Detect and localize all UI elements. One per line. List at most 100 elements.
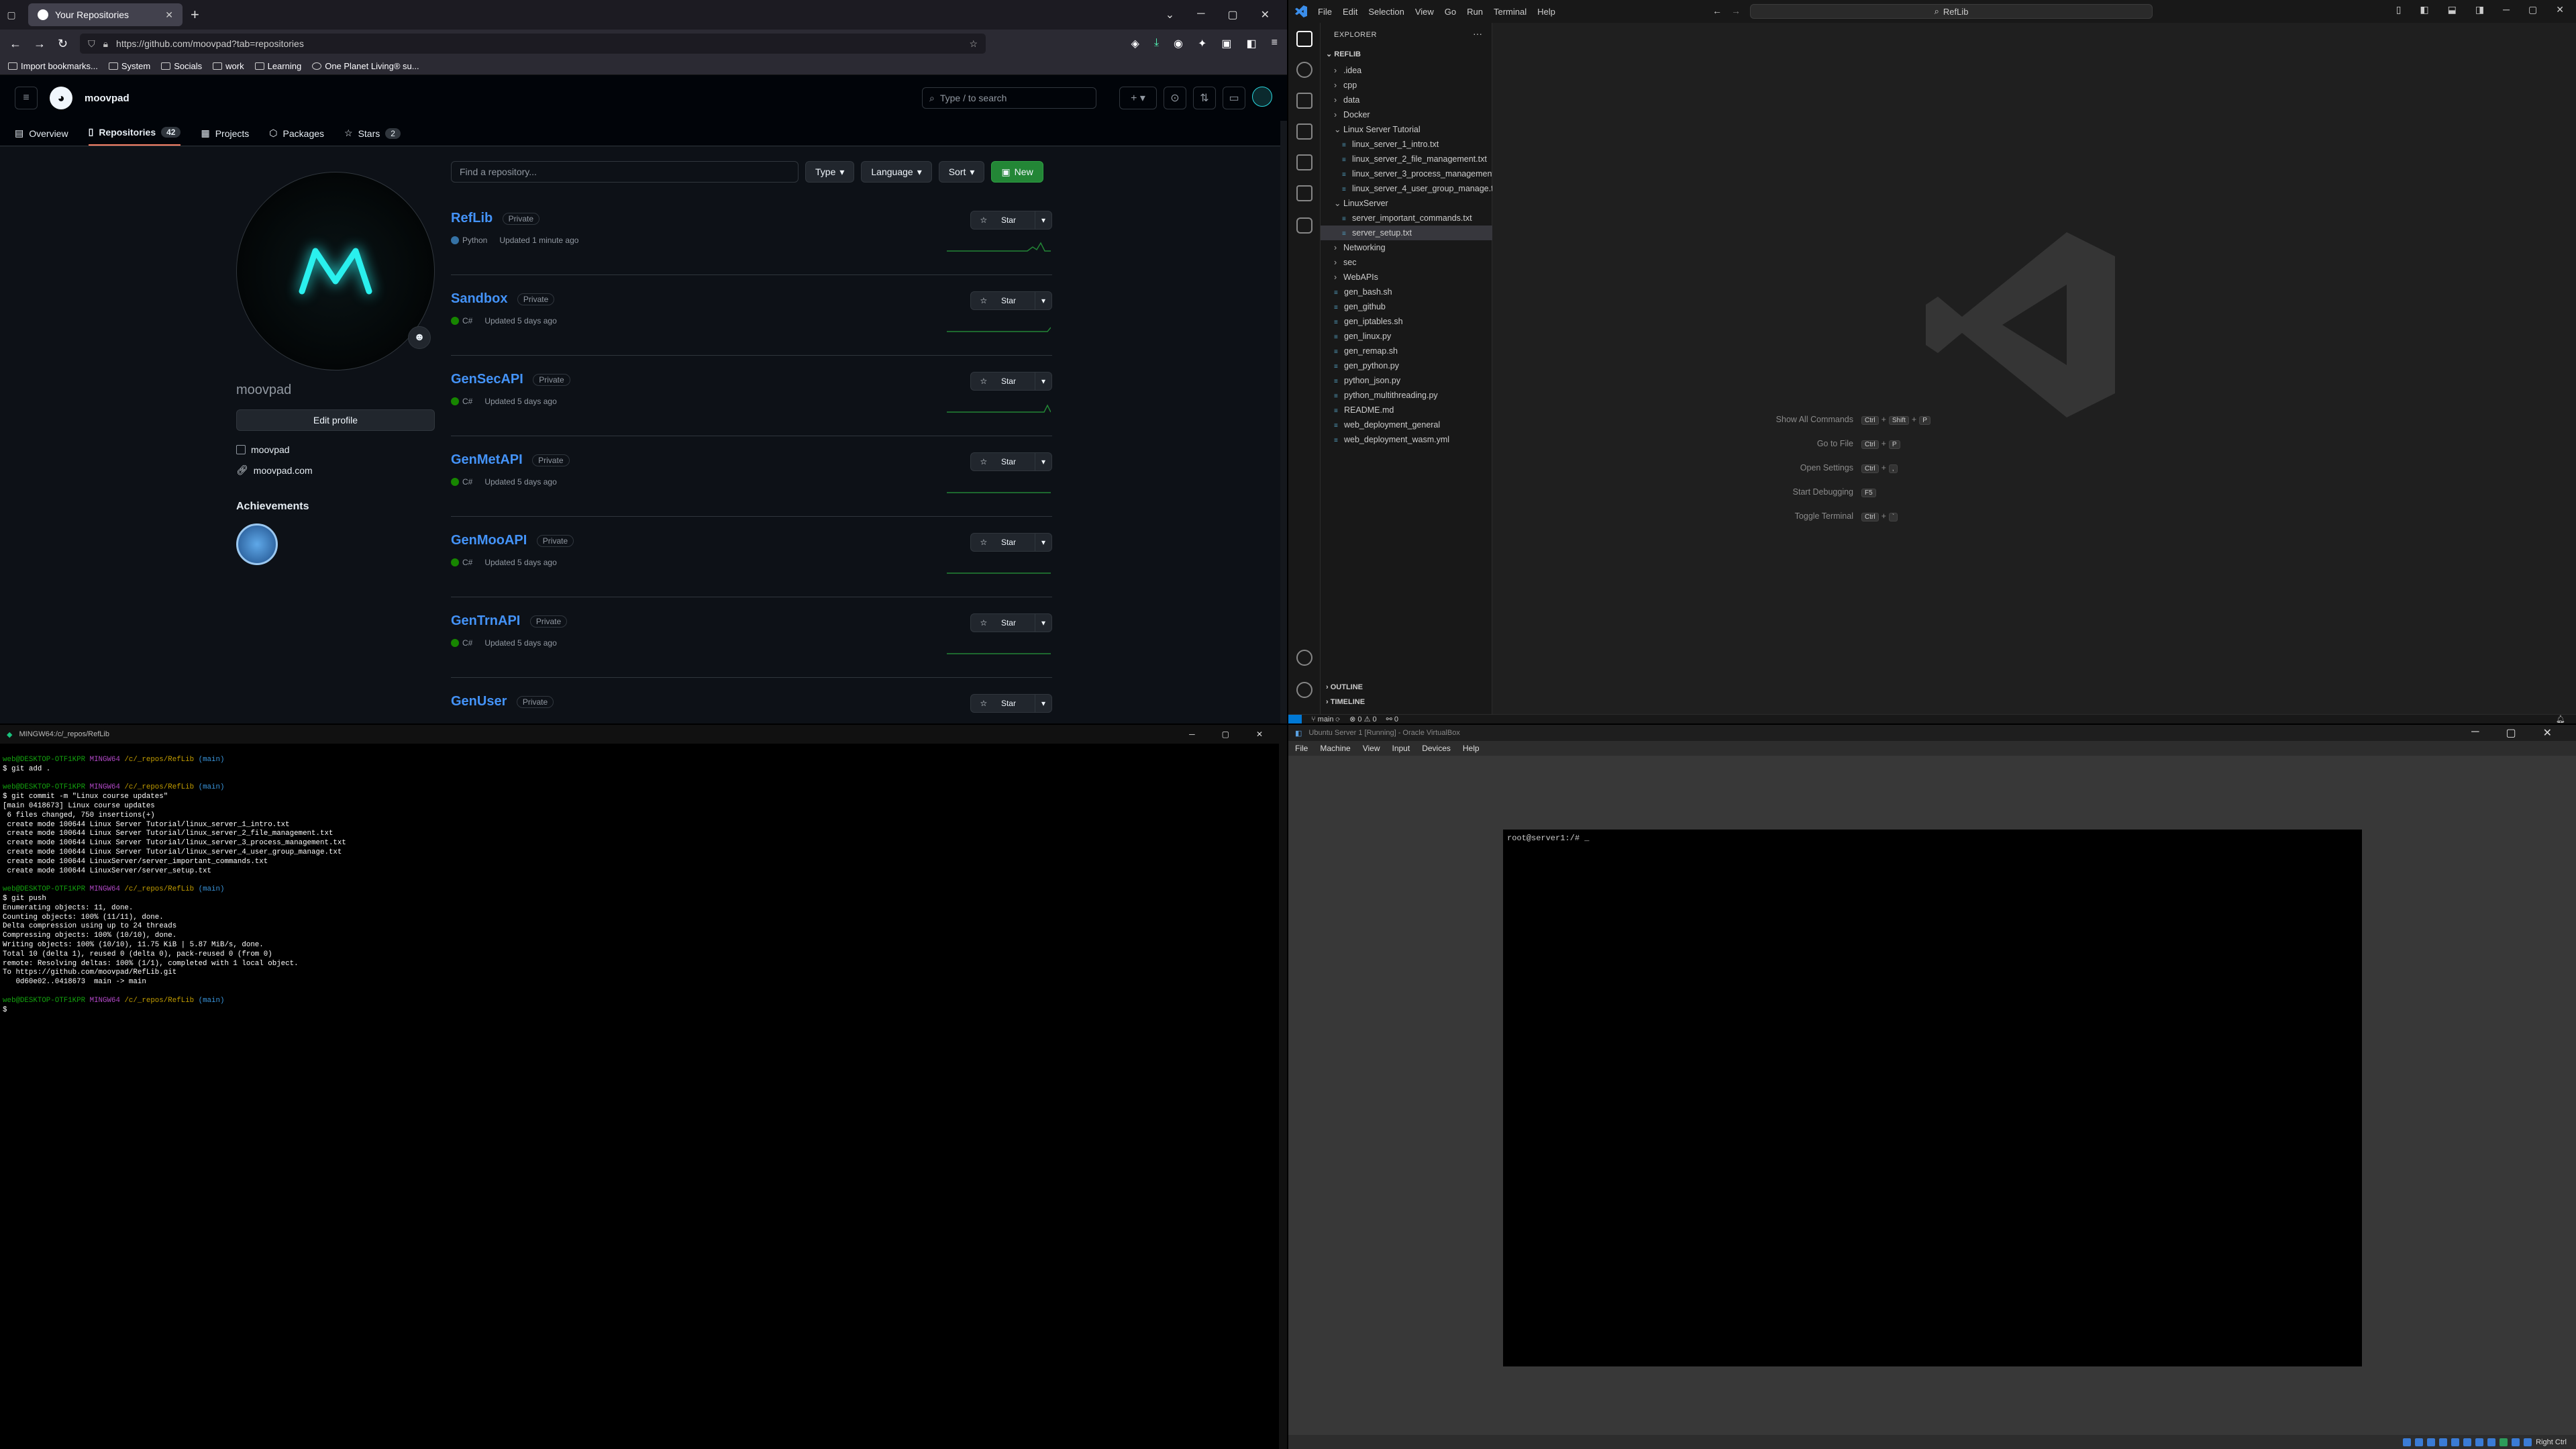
shield-icon[interactable]: ⛉ xyxy=(88,38,95,50)
extensions-icon[interactable] xyxy=(1296,185,1312,201)
maximize-icon[interactable]: ▢ xyxy=(1227,8,1237,21)
problems-status[interactable]: ⊗ 0 ⚠ 0 xyxy=(1349,715,1376,723)
star-button[interactable]: ☆ Star ▾ xyxy=(970,613,1052,632)
tree-file[interactable]: ≡ gen_bash.sh xyxy=(1321,285,1492,299)
lock-icon[interactable]: 🔒︎ xyxy=(103,38,108,50)
menu-terminal[interactable]: Terminal xyxy=(1494,7,1527,17)
minimize-icon[interactable]: ─ xyxy=(2503,4,2510,15)
remote-indicator-icon[interactable] xyxy=(1288,714,1302,723)
star-lists-dropdown-icon[interactable]: ▾ xyxy=(1034,211,1051,229)
star-button-label[interactable]: ☆ Star xyxy=(971,453,1035,470)
audio-icon[interactable] xyxy=(2427,1438,2436,1446)
star-button[interactable]: ☆ Star ▾ xyxy=(970,533,1052,552)
tab-projects[interactable]: ▦ Projects xyxy=(201,128,249,146)
ports-status[interactable]: ⚯ 0 xyxy=(1386,715,1398,723)
sort-button[interactable]: Sort ▾ xyxy=(938,161,985,183)
tree-folder[interactable]: ⌄ LinuxServer xyxy=(1321,196,1492,211)
tree-file[interactable]: ≡ linux_server_1_intro.txt xyxy=(1321,137,1492,152)
star-button-label[interactable]: ☆ Star xyxy=(971,372,1035,390)
notifications-bell-icon[interactable]: 🔔︎ xyxy=(2556,715,2576,723)
forward-icon[interactable]: → xyxy=(34,37,46,51)
repo-name-link[interactable]: GenUser xyxy=(451,694,507,709)
layout-toggle-icon[interactable]: ▯ xyxy=(2396,4,2402,15)
tree-file[interactable]: ≡ gen_github xyxy=(1321,299,1492,314)
github-search[interactable]: ⌕ Type / to search xyxy=(922,87,1096,109)
cpu-icon[interactable] xyxy=(2500,1438,2508,1446)
search-icon[interactable] xyxy=(1296,62,1312,78)
repo-name-link[interactable]: GenTrnAPI xyxy=(451,613,520,629)
tree-file[interactable]: ≡ server_important_commands.txt xyxy=(1321,211,1492,226)
maximize-icon[interactable]: ▢ xyxy=(2506,726,2516,740)
mouse-integration-icon[interactable] xyxy=(2512,1438,2520,1446)
more-actions-icon[interactable]: ··· xyxy=(1473,28,1482,39)
edit-profile-button[interactable]: Edit profile xyxy=(236,409,435,431)
tree-file[interactable]: ≡ web_deployment_wasm.yml xyxy=(1321,432,1492,447)
branch-status[interactable]: ⑂ main ⟳ xyxy=(1311,715,1340,723)
url-text[interactable]: https://github.com/moovpad?tab=repositor… xyxy=(116,38,304,49)
new-repo-button[interactable]: ▣ New xyxy=(991,161,1043,183)
header-username[interactable]: moovpad xyxy=(85,93,130,104)
close-window-icon[interactable]: ✕ xyxy=(2556,4,2564,15)
minimize-icon[interactable]: ─ xyxy=(1189,730,1195,739)
tree-file[interactable]: ≡ server_setup.txt xyxy=(1321,226,1492,240)
minimize-icon[interactable]: ─ xyxy=(1197,8,1204,21)
terminal-output[interactable]: web@DESKTOP-OTF1KPR MINGW64 /c/_repos/Re… xyxy=(3,756,346,1015)
star-lists-dropdown-icon[interactable]: ▾ xyxy=(1034,292,1051,309)
vb-menu-machine[interactable]: Machine xyxy=(1320,744,1350,753)
network-icon[interactable] xyxy=(2439,1438,2448,1446)
tree-folder[interactable]: › WebAPIs xyxy=(1321,270,1492,285)
back-icon[interactable]: ← xyxy=(9,37,21,51)
close-tab-icon[interactable]: ✕ xyxy=(165,9,173,21)
accounts-icon[interactable] xyxy=(1296,650,1312,666)
star-button-label[interactable]: ☆ Star xyxy=(971,695,1035,712)
tree-file[interactable]: ≡ python_json.py xyxy=(1321,373,1492,388)
sidebar-icon[interactable]: ◧ xyxy=(1247,37,1257,50)
create-new-icon[interactable]: + ▾ xyxy=(1119,87,1157,109)
pocket-icon[interactable]: ◈ xyxy=(1131,37,1139,50)
tree-folder[interactable]: › .idea xyxy=(1321,63,1492,78)
tree-file[interactable]: ≡ web_deployment_general xyxy=(1321,417,1492,432)
tree-file[interactable]: ≡ linux_server_2_file_management.txt xyxy=(1321,152,1492,166)
shared-folder-icon[interactable] xyxy=(2463,1438,2472,1446)
vb-menu-help[interactable]: Help xyxy=(1463,744,1480,753)
tab-overview[interactable]: ▤ Overview xyxy=(15,128,68,146)
explorer-root[interactable]: ⌄ REFLIB xyxy=(1326,50,1361,58)
tree-file[interactable]: ≡ linux_server_4_user_group_manage.txt xyxy=(1321,181,1492,196)
manage-gear-icon[interactable] xyxy=(1296,682,1312,698)
set-status-icon[interactable]: ☻ xyxy=(408,326,431,349)
star-button-label[interactable]: ☆ Star xyxy=(971,211,1035,229)
bookmark-folder-work[interactable]: work xyxy=(213,61,244,71)
tree-file[interactable]: ≡ linux_server_3_process_management.txt xyxy=(1321,166,1492,181)
profile-website[interactable]: 🔗︎ moovpad.com xyxy=(236,464,313,476)
url-bar[interactable]: ⛉ 🔒︎ https://github.com/moovpad?tab=repo… xyxy=(80,34,986,54)
language-filter-button[interactable]: Language ▾ xyxy=(861,161,932,183)
account-icon[interactable]: ◉ xyxy=(1174,37,1183,50)
tree-folder[interactable]: › data xyxy=(1321,93,1492,107)
tree-file[interactable]: ≡ gen_remap.sh xyxy=(1321,344,1492,358)
tab-stars[interactable]: ☆ Stars 2 xyxy=(344,128,401,146)
vb-menu-view[interactable]: View xyxy=(1363,744,1380,753)
optical-drive-icon[interactable] xyxy=(2415,1438,2424,1446)
tree-folder[interactable]: ⌄ Linux Server Tutorial xyxy=(1321,122,1492,137)
menu-file[interactable]: File xyxy=(1318,7,1332,17)
star-button[interactable]: ☆ Star ▾ xyxy=(970,372,1052,391)
close-window-icon[interactable]: ✕ xyxy=(1256,730,1263,739)
github-logo-icon[interactable]: ◕ xyxy=(50,87,72,109)
tree-file[interactable]: ≡ gen_python.py xyxy=(1321,358,1492,373)
issues-icon[interactable]: ⊙ xyxy=(1164,87,1186,109)
remote-explorer-icon[interactable] xyxy=(1296,154,1312,170)
star-button[interactable]: ☆ Star ▾ xyxy=(970,291,1052,310)
reload-icon[interactable]: ↻ xyxy=(58,37,68,51)
tab-overflow-icon[interactable]: ⌄ xyxy=(1166,8,1174,21)
tab-packages[interactable]: ⬡ Packages xyxy=(269,128,324,146)
run-debug-icon[interactable] xyxy=(1296,123,1312,140)
tree-file[interactable]: ≡ gen_linux.py xyxy=(1321,329,1492,344)
usb-icon[interactable] xyxy=(2451,1438,2460,1446)
menu-icon[interactable]: ≡ xyxy=(1272,37,1278,50)
tree-folder[interactable]: › cpp xyxy=(1321,78,1492,93)
find-repository-input[interactable]: Find a repository... xyxy=(451,161,798,183)
source-control-icon[interactable] xyxy=(1296,93,1312,109)
bookmark-folder-learning[interactable]: Learning xyxy=(254,61,301,71)
panel-toggle-icon[interactable]: ⬓ xyxy=(2448,4,2457,15)
repo-name-link[interactable]: GenMooAPI xyxy=(451,533,527,548)
